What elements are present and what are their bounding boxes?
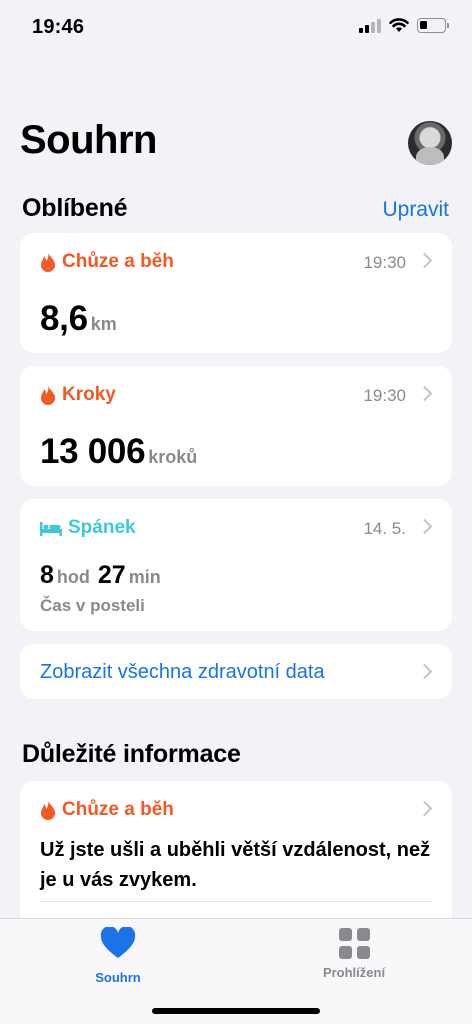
status-icons [359, 18, 449, 33]
bed-icon [40, 522, 62, 536]
wifi-icon [389, 18, 409, 32]
highlight-card-label: Chůze a běh [62, 799, 174, 820]
show-all-health-data-button[interactable]: Zobrazit všechna zdravotní data [20, 644, 452, 699]
flame-icon [41, 385, 55, 405]
chevron-right-icon [416, 385, 433, 402]
steps-card-label: Kroky [62, 384, 116, 405]
steps-card-time: 19:30 [363, 386, 406, 405]
sleep-card[interactable]: Spánek 14. 5. 8 hod 27 min Čas v posteli [20, 499, 452, 631]
edit-favorites-button[interactable]: Upravit [382, 198, 449, 222]
steps-card-header: Kroky [40, 384, 116, 406]
walking-card-time: 19:30 [363, 253, 406, 272]
highlight-card[interactable]: Chůze a běh Už jste ušli a uběhli větší … [20, 781, 452, 941]
sleep-card-label: Spánek [68, 517, 136, 538]
sleep-caption: Čas v posteli [40, 596, 145, 615]
sleep-card-header: Spánek [40, 517, 136, 539]
sleep-hours-unit: hod [56, 567, 90, 587]
favorites-title: Oblíbené [22, 194, 128, 222]
walking-unit: km [90, 314, 117, 334]
walking-card[interactable]: Chůze a běh 19:30 8,6 km [20, 233, 452, 353]
steps-unit: kroků [148, 447, 198, 467]
steps-value: 13 006 [40, 432, 146, 471]
show-all-health-data-label: Zobrazit všechna zdravotní data [40, 661, 325, 683]
highlights-title: Důležité informace [22, 740, 241, 768]
tab-summary[interactable]: Souhrn [58, 926, 178, 985]
highlight-card-header: Chůze a běh [40, 799, 174, 821]
grid-icon [338, 928, 370, 959]
page-title: Souhrn [20, 118, 157, 162]
chevron-right-icon [416, 663, 433, 680]
heart-icon [100, 926, 136, 958]
highlight-card-text: Už jste ušli a uběhli větší vzdálenost, … [40, 839, 431, 891]
sleep-hours: 8 [40, 561, 54, 589]
home-indicator [152, 1008, 320, 1014]
battery-icon [417, 18, 449, 33]
sleep-minutes-unit: min [128, 567, 161, 587]
tab-browse[interactable]: Prohlížení [294, 927, 414, 980]
walking-value: 8,6 [40, 299, 88, 338]
status-time: 19:46 [32, 16, 85, 38]
profile-avatar[interactable] [408, 121, 452, 165]
steps-value-row: 13 006 kroků [40, 432, 197, 472]
flame-icon [41, 252, 55, 272]
tab-browse-label: Prohlížení [322, 965, 386, 980]
flame-icon [41, 800, 55, 820]
status-bar: 19:46 [0, 0, 472, 58]
divider [40, 901, 432, 902]
steps-card[interactable]: Kroky 19:30 13 006 kroků [20, 366, 452, 486]
tab-summary-label: Souhrn [95, 970, 141, 985]
walking-card-header: Chůze a běh [40, 251, 174, 273]
chevron-right-icon [416, 252, 433, 269]
chevron-right-icon [416, 518, 433, 535]
walking-card-label: Chůze a běh [62, 251, 174, 272]
sleep-minutes: 27 [97, 561, 126, 589]
sleep-card-date: 14. 5. [363, 519, 406, 538]
walking-value-row: 8,6 km [40, 299, 117, 339]
chevron-right-icon [416, 800, 433, 817]
sleep-value-row: 8 hod 27 min [40, 561, 161, 590]
cellular-signal-icon [359, 18, 381, 33]
